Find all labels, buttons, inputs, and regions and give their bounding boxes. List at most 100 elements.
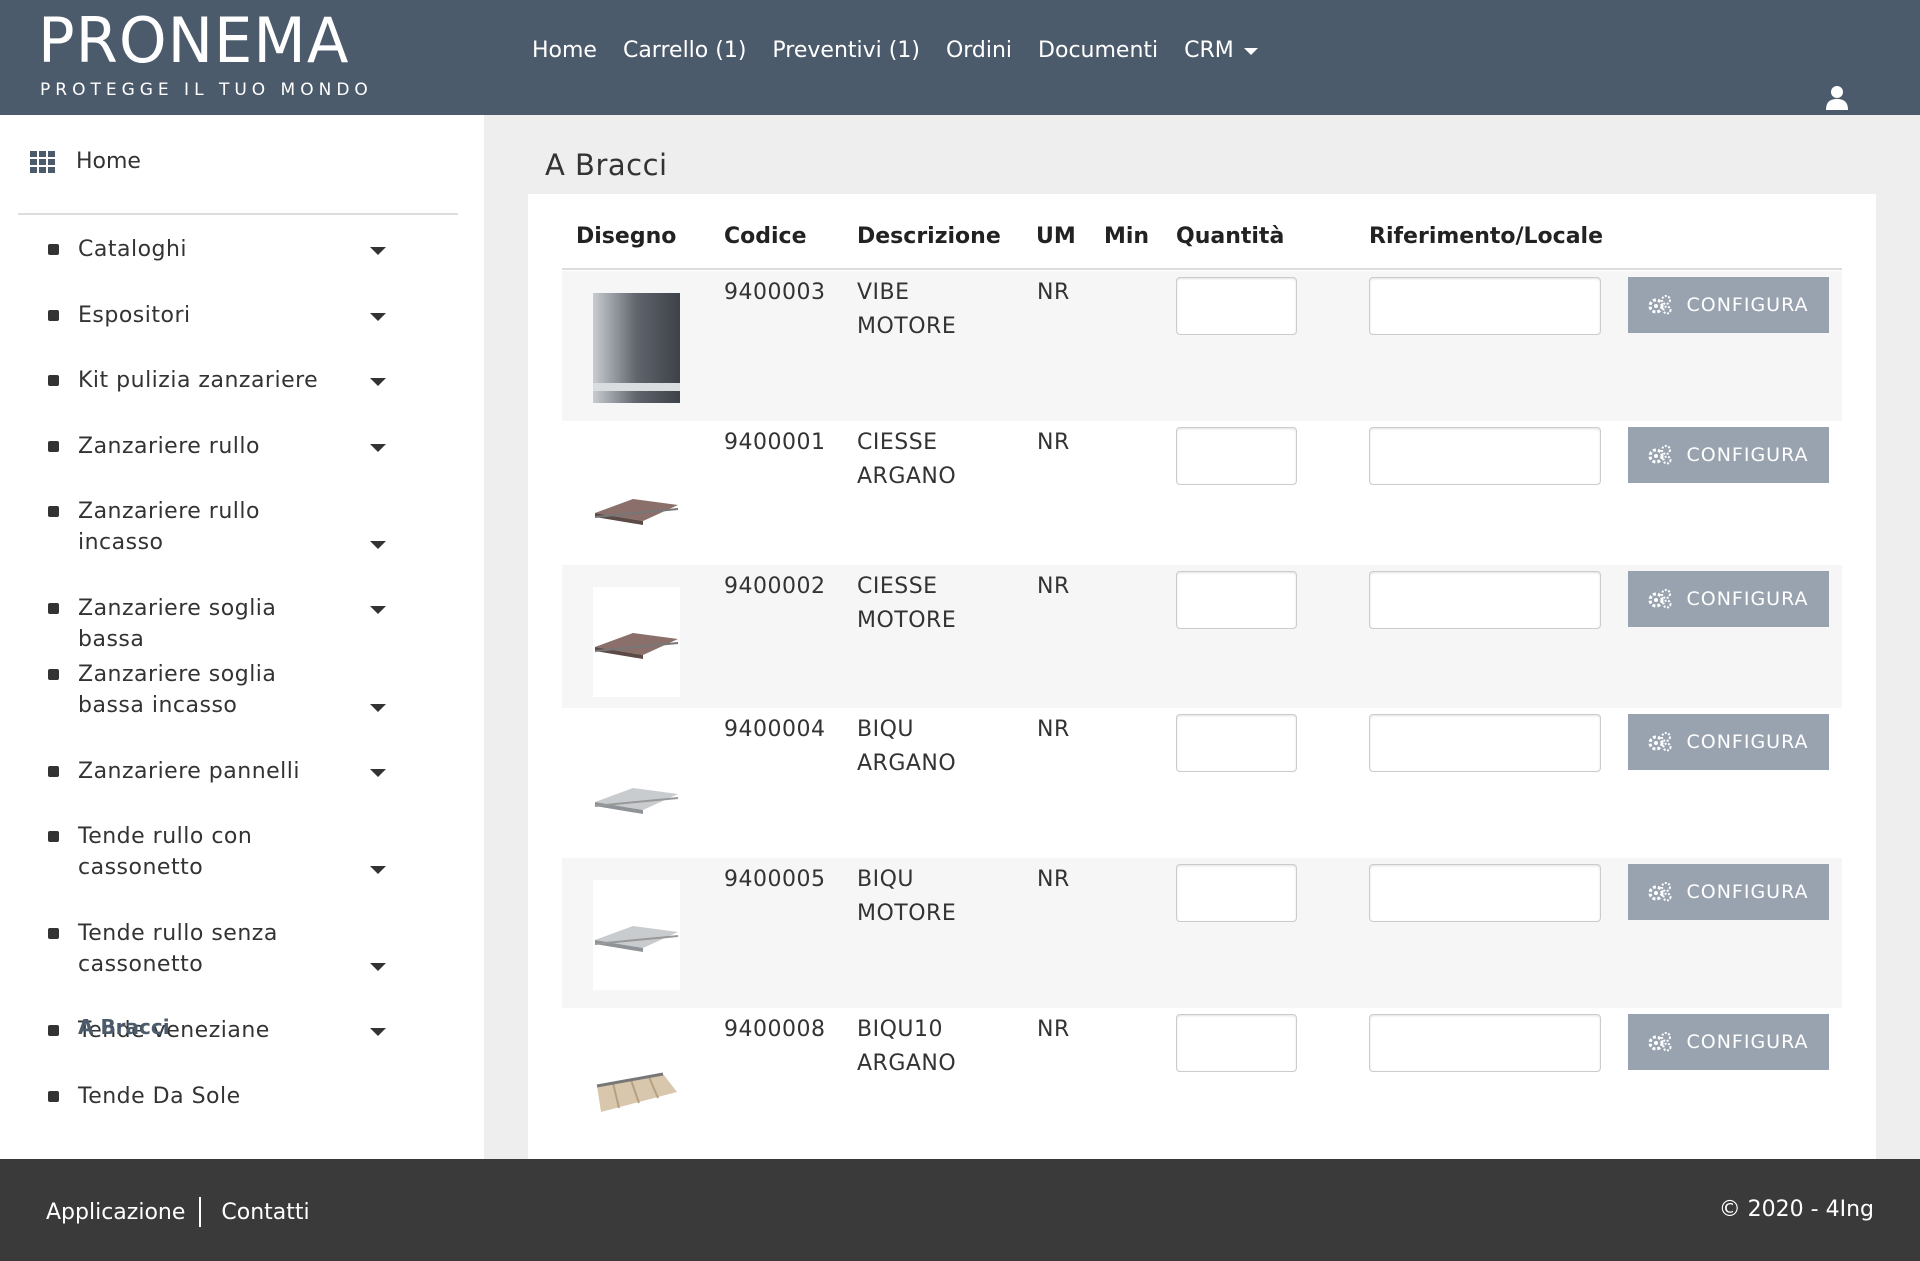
table-row: 9400003 VIBE MOTORE NR CONFIGURA [562,271,1842,421]
configure-label: CONFIGURA [1686,1031,1809,1053]
top-navbar: PRONEMA PROTEGGE IL TUO MONDO Home Carre… [0,0,1920,115]
nav-crm-dropdown[interactable]: CRM [1184,38,1258,63]
sidebar-home-label: Home [76,149,141,174]
description-line2: MOTORE [857,314,957,339]
footer-links: Applicazione Contatti [46,1197,310,1227]
nav-home[interactable]: Home [532,38,597,63]
description-line2: ARGANO [857,751,957,776]
configure-button[interactable]: CONFIGURA [1628,1014,1829,1070]
reference-input[interactable] [1369,1014,1601,1072]
sidebar-item-label: Tende rullo senza cassonetto [78,921,278,977]
gears-icon [1648,295,1672,315]
configure-label: CONFIGURA [1686,294,1809,316]
gears-icon [1648,732,1672,752]
reference-input[interactable] [1369,571,1601,629]
sidebar-home-link[interactable]: Home [30,149,141,174]
caret-down-icon[interactable] [370,704,386,712]
nav-crm-label: CRM [1184,38,1234,63]
nav-cart[interactable]: Carrello (1) [623,38,746,63]
table-row: 9400004 BIQU ARGANO NR CONFIGURA [562,708,1842,858]
caret-down-icon[interactable] [370,769,386,777]
caret-down-icon[interactable] [370,378,386,386]
caret-down-icon[interactable] [370,606,386,614]
description-line2: ARGANO [857,1051,957,1076]
product-um: NR [1037,574,1070,599]
sidebar-item-label: Espositori [78,303,191,328]
quantity-input[interactable] [1176,571,1297,629]
grid-icon [30,150,56,173]
configure-label: CONFIGURA [1686,731,1809,753]
gears-icon [1648,882,1672,902]
reference-input[interactable] [1369,277,1601,335]
reference-input[interactable] [1369,714,1601,772]
product-um: NR [1037,717,1070,742]
sidebar: Home Cataloghi Espositori Kit pulizia za… [0,115,484,1159]
description-line2: MOTORE [857,901,957,926]
product-image [593,730,680,840]
footer-link-contatti[interactable]: Contatti [221,1200,309,1225]
description-line1: BIQU [857,867,914,892]
configure-label: CONFIGURA [1686,588,1809,610]
product-code: 9400003 [724,280,826,305]
page-title: A Bracci [545,148,668,182]
caret-down-icon[interactable] [370,1028,386,1036]
caret-down-icon[interactable] [370,444,386,452]
gears-icon [1648,445,1672,465]
bullet-icon [48,669,59,680]
nav-orders[interactable]: Ordini [946,38,1012,63]
reference-input[interactable] [1369,427,1601,485]
table-row: 9400002 CIESSE MOTORE NR CONFIGURA [562,565,1842,708]
configure-button[interactable]: CONFIGURA [1628,427,1829,483]
col-header-min: Min [1104,224,1150,249]
product-image [593,443,680,553]
reference-input[interactable] [1369,864,1601,922]
description-line1: BIQU [857,717,914,742]
quantity-input[interactable] [1176,277,1297,335]
col-header-code: Codice [724,224,807,249]
footer-separator [199,1197,202,1227]
product-image [593,1030,680,1140]
description-line1: CIESSE [857,574,938,599]
product-image [593,293,680,403]
product-um: NR [1037,280,1070,305]
configure-button[interactable]: CONFIGURA [1628,864,1829,920]
caret-down-icon[interactable] [370,963,386,971]
sidebar-divider [18,213,458,215]
description-line1: CIESSE [857,430,938,455]
configure-button[interactable]: CONFIGURA [1628,714,1829,770]
quantity-input[interactable] [1176,427,1297,485]
nav-documents[interactable]: Documenti [1038,38,1158,63]
caret-down-icon[interactable] [370,541,386,549]
sidebar-subitem-a-bracci[interactable]: A Bracci [78,1015,170,1039]
quantity-input[interactable] [1176,864,1297,922]
brand-logo[interactable]: PRONEMA PROTEGGE IL TUO MONDO [38,6,373,101]
configure-button[interactable]: CONFIGURA [1628,571,1829,627]
footer-link-applicazione[interactable]: Applicazione [46,1200,185,1225]
product-code: 9400005 [724,867,826,892]
nav-quotes[interactable]: Preventivi (1) [772,38,920,63]
product-um: NR [1037,867,1070,892]
caret-down-icon[interactable] [370,247,386,255]
caret-down-icon[interactable] [370,313,386,321]
sidebar-item-label: Zanzariere soglia bassa incasso [78,662,277,718]
description-line1: BIQU10 [857,1017,943,1042]
bullet-icon [48,506,59,517]
quantity-input[interactable] [1176,1014,1297,1072]
bullet-icon [48,1091,59,1102]
gears-icon [1648,589,1672,609]
product-code: 9400001 [724,430,826,455]
caret-down-icon[interactable] [370,866,386,874]
bullet-icon [48,928,59,939]
product-um: NR [1037,1017,1070,1042]
logo-tagline: PROTEGGE IL TUO MONDO [40,80,373,100]
quantity-input[interactable] [1176,714,1297,772]
product-description: CIESSE ARGANO [857,426,956,494]
caret-down-icon [1243,47,1258,55]
user-icon[interactable] [1826,86,1848,110]
header-divider [562,268,1842,270]
product-description: BIQU10 ARGANO [857,1013,956,1081]
product-description: BIQU ARGANO [857,713,956,781]
product-description: BIQU MOTORE [857,863,956,931]
gears-icon [1648,1032,1672,1052]
configure-button[interactable]: CONFIGURA [1628,277,1829,333]
